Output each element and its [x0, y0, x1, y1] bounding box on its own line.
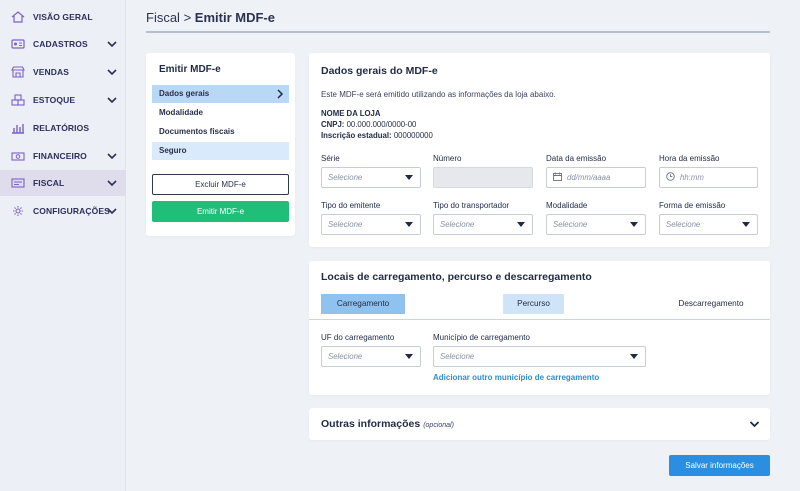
outras-informacoes-card[interactable]: Outras informações (opcional): [309, 408, 770, 440]
modalidade-select[interactable]: Selecione: [546, 214, 646, 235]
numero-input: [433, 167, 533, 188]
hora-emissao-label: Hora da emissão: [659, 154, 720, 163]
section-title: Dados gerais do MDF-e: [321, 65, 438, 77]
tipo-emitente-label: Tipo do emitente: [321, 201, 381, 210]
sidebar-item-financeiro[interactable]: FINANCEIRO: [0, 143, 126, 169]
sidebar-item-cadastros[interactable]: CADASTROS: [0, 31, 126, 57]
chevron-right-icon: [277, 89, 284, 99]
chevron-down-icon: [107, 69, 117, 76]
menu-item-dados-gerais[interactable]: Dados gerais: [152, 85, 289, 103]
dados-gerais-card: Dados gerais do MDF-e Este MDF-e será em…: [309, 53, 770, 247]
boxes-icon: [11, 94, 25, 106]
caret-down-icon: [405, 354, 413, 359]
menu-item-label: Modalidade: [159, 108, 204, 117]
menu-item-documentos-fiscais[interactable]: Documentos fiscais: [152, 123, 289, 141]
caret-down-icon: [405, 222, 413, 227]
chevron-down-icon[interactable]: [749, 419, 760, 429]
sidebar-item-fiscal[interactable]: FISCAL: [0, 170, 126, 196]
page-title: Emitir MDF-e: [194, 10, 275, 25]
store-icon: [11, 66, 25, 78]
data-emissao-input[interactable]: dd/mm/aaaa: [546, 167, 646, 188]
sidebar-item-visao-geral[interactable]: VISÃO GERAL: [0, 4, 126, 30]
caret-down-icon: [517, 222, 525, 227]
money-icon: [11, 150, 25, 162]
menu-item-seguro[interactable]: Seguro: [152, 142, 289, 160]
section-title: Outras informações (opcional): [321, 418, 454, 430]
hora-emissao-input[interactable]: hh:mm: [659, 167, 758, 188]
sidebar-item-relatorios[interactable]: RELATÓRIOS: [0, 115, 126, 141]
sidebar-item-label: RELATÓRIOS: [33, 123, 90, 133]
uf-label: UF do carregamento: [321, 333, 395, 342]
municipio-label: Município de carregamento: [433, 333, 530, 342]
tab-carregamento[interactable]: Carregamento: [321, 294, 405, 314]
municipio-select[interactable]: Selecione: [433, 346, 646, 367]
sidebar-item-label: CONFIGURAÇÕES: [33, 206, 110, 216]
menu-item-label: Dados gerais: [159, 89, 210, 98]
uf-select[interactable]: Selecione: [321, 346, 421, 367]
serie-select[interactable]: Selecione: [321, 167, 421, 188]
menu-title: Emitir MDF-e: [159, 64, 221, 75]
chevron-down-icon: [107, 180, 117, 187]
id-card-icon: [11, 38, 25, 50]
store-cnpj: CNPJ: 00.000.000/0000-00: [321, 120, 417, 129]
tipo-transportador-select[interactable]: Selecione: [433, 214, 533, 235]
data-emissao-label: Data da emissão: [546, 154, 607, 163]
caret-down-icon: [630, 222, 638, 227]
caret-down-icon: [630, 354, 638, 359]
sidebar-item-vendas[interactable]: VENDAS: [0, 59, 126, 85]
locais-card: Locais de carregamento, percurso e desca…: [309, 261, 770, 395]
sidebar-item-label: ESTOQUE: [33, 95, 76, 105]
breadcrumb-separator: >: [183, 10, 192, 25]
save-button[interactable]: Salvar informações: [669, 455, 770, 476]
menu-item-label: Documentos fiscais: [159, 127, 235, 136]
section-title: Locais de carregamento, percurso e desca…: [321, 271, 592, 283]
modalidade-label: Modalidade: [546, 201, 588, 210]
forma-emissao-select[interactable]: Selecione: [659, 214, 758, 235]
sidebar-item-label: VENDAS: [33, 67, 70, 77]
sidebar: VISÃO GERAL CADASTROS VENDAS ESTOQUE REL…: [0, 0, 126, 491]
mdfe-menu-card: Emitir MDF-e Dados gerais Modalidade Doc…: [146, 53, 295, 236]
caret-down-icon: [405, 175, 413, 180]
exclude-mdfe-button[interactable]: Excluir MDF-e: [152, 174, 289, 195]
optional-tag: (opcional): [423, 422, 454, 429]
sidebar-item-label: FISCAL: [33, 178, 65, 188]
gear-icon: [11, 205, 25, 217]
menu-item-modalidade[interactable]: Modalidade: [152, 104, 289, 122]
sidebar-item-label: FINANCEIRO: [33, 151, 87, 161]
receipt-icon: [11, 177, 25, 189]
tipo-transportador-label: Tipo do transportador: [433, 201, 510, 210]
store-ie: Inscrição estadual: 000000000: [321, 131, 433, 140]
description-text: Este MDF-e será emitido utilizando as in…: [321, 90, 556, 99]
chevron-down-icon: [107, 153, 117, 160]
menu-item-label: Seguro: [159, 146, 187, 155]
tab-descarregamento[interactable]: Descarregamento: [663, 294, 759, 314]
numero-label: Número: [433, 154, 462, 163]
sidebar-item-label: CADASTROS: [33, 39, 88, 49]
emit-mdfe-button[interactable]: Emitir MDF-e: [152, 201, 289, 222]
chevron-down-icon: [107, 41, 117, 48]
caret-down-icon: [742, 222, 750, 227]
sidebar-item-estoque[interactable]: ESTOQUE: [0, 87, 126, 113]
sidebar-item-label: VISÃO GERAL: [33, 12, 93, 22]
sidebar-item-configuracoes[interactable]: CONFIGURAÇÕES: [0, 198, 126, 224]
store-name: NOME DA LOJA: [321, 109, 381, 118]
chevron-down-icon: [107, 208, 117, 215]
chevron-down-icon: [107, 97, 117, 104]
clock-icon: [666, 172, 675, 181]
bar-chart-icon: [11, 122, 25, 134]
serie-label: Série: [321, 154, 340, 163]
home-icon: [11, 11, 25, 23]
header-divider: [146, 31, 770, 33]
forma-emissao-label: Forma de emissão: [659, 201, 726, 210]
breadcrumb-parent[interactable]: Fiscal: [146, 10, 180, 25]
calendar-icon: [553, 172, 562, 181]
tabs-divider: [309, 319, 770, 320]
add-municipio-link[interactable]: Adicionar outro município de carregament…: [433, 373, 599, 382]
tab-percurso[interactable]: Percurso: [503, 294, 564, 314]
breadcrumb: Fiscal > Emitir MDF-e: [146, 10, 275, 25]
tipo-emitente-select[interactable]: Selecione: [321, 214, 421, 235]
